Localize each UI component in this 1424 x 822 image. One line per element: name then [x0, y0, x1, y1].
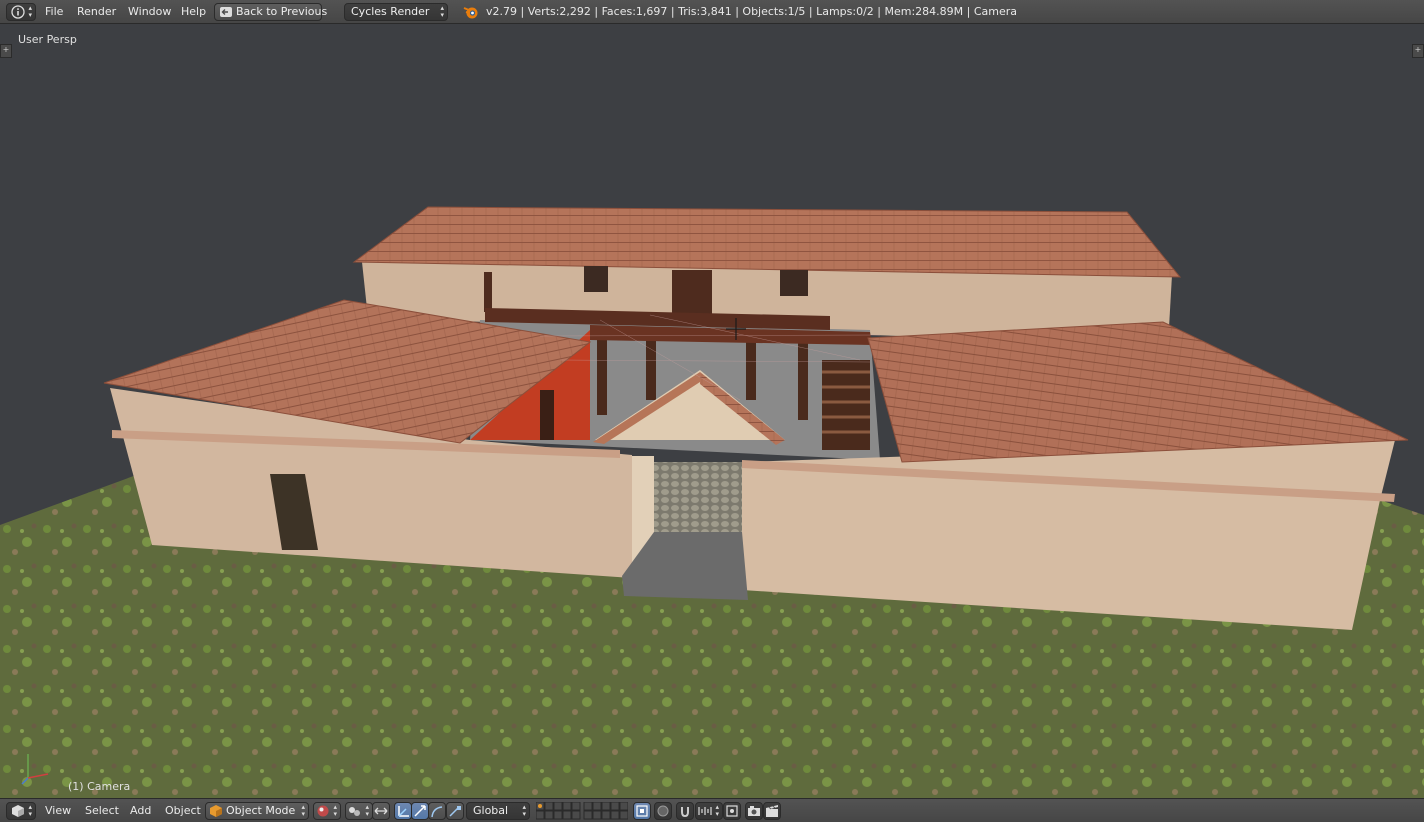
lock-layers-button[interactable]	[633, 802, 651, 820]
rotate-manipulator-button[interactable]	[411, 802, 429, 820]
render-engine-select[interactable]: Cycles Render ▴ ▾	[344, 3, 448, 21]
menu-window[interactable]: Window	[128, 5, 171, 18]
render-icon	[748, 806, 760, 816]
manipulator-icon	[374, 807, 388, 815]
snap-magnet-icon	[681, 807, 689, 817]
shading-arrows: ▴ ▾	[333, 803, 337, 818]
render-engine-arrows: ▴ ▾	[440, 4, 444, 19]
mode-arrows: ▴ ▾	[301, 803, 305, 818]
render-animation-button[interactable]	[763, 802, 781, 820]
scale-icon	[431, 806, 443, 818]
transform-orientation-value: Global	[473, 804, 509, 817]
cube-icon	[12, 805, 24, 817]
back-to-previous-label: Back to Previous	[236, 5, 328, 18]
pivot-point-button[interactable]: ▴ ▾	[345, 802, 373, 820]
translate-manipulator-button[interactable]	[394, 802, 412, 820]
snap-toggle-button[interactable]	[676, 802, 694, 820]
menu-help[interactable]: Help	[181, 5, 206, 18]
clapboard-icon	[766, 805, 778, 817]
viewport-shading-button[interactable]: ▴ ▾	[313, 802, 341, 820]
rotate-manipulator-alt-button[interactable]	[428, 802, 446, 820]
right-region-toggle-icon[interactable]: +	[1412, 44, 1424, 58]
menu-file[interactable]: File	[45, 5, 63, 18]
pivot-icon	[349, 807, 360, 816]
mode-select[interactable]: Object Mode ▴ ▾	[205, 802, 309, 820]
left-region-toggle-icon[interactable]: +	[0, 44, 12, 58]
pivot-arrows: ▴ ▾	[365, 803, 369, 818]
lock-icon	[636, 805, 648, 817]
top-header: ▴ ▾ File Render Window Help Back to Previ…	[0, 0, 1424, 24]
translate-icon	[398, 806, 409, 817]
transform-orientation-select[interactable]: Global ▴ ▾	[466, 802, 530, 820]
editor-type-arrows: ▴ ▾	[28, 4, 32, 19]
object-mode-icon	[210, 805, 222, 817]
info-icon	[11, 5, 25, 19]
render-engine-value: Cycles Render	[351, 5, 430, 18]
rotate-icon	[414, 805, 426, 817]
view-perspective-label: User Persp	[18, 33, 77, 46]
snap-target-icon	[726, 805, 738, 817]
render-still-button[interactable]	[745, 802, 763, 820]
manipulator-button[interactable]	[372, 802, 390, 820]
menu-view[interactable]: View	[45, 804, 71, 817]
active-object-label: (1) Camera	[68, 780, 131, 793]
editor-type-button[interactable]: ▴ ▾	[6, 3, 36, 21]
scene-stats: v2.79 | Verts:2,292 | Faces:1,697 | Tris…	[486, 5, 1018, 18]
snap-element-arrows: ▴ ▾	[715, 803, 719, 818]
menu-add[interactable]: Add	[130, 804, 151, 817]
3d-view-header: ▴ ▾ View Select Add Object Object Mode ▴ ▾…	[0, 798, 1424, 822]
orientation-arrows: ▴ ▾	[522, 803, 526, 818]
snap-element-select[interactable]: ▴ ▾	[695, 802, 723, 820]
snap-target-button[interactable]	[723, 802, 741, 820]
scale-arrow-icon	[449, 806, 461, 817]
editor-type-3d-button[interactable]: ▴ ▾	[6, 802, 36, 820]
3d-viewport[interactable]: User Persp (1) Camera + +	[0, 24, 1424, 798]
menu-render[interactable]: Render	[77, 5, 116, 18]
shading-sphere-icon	[317, 805, 329, 817]
mode-value: Object Mode	[226, 804, 296, 817]
layers-icon[interactable]	[536, 802, 628, 820]
editor-type-3d-arrows: ▴ ▾	[28, 803, 32, 818]
blender-logo-icon	[463, 7, 478, 19]
scale-manipulator-button[interactable]	[446, 802, 464, 820]
scene-render	[0, 206, 1424, 798]
proportional-icon	[657, 805, 669, 817]
proportional-edit-button[interactable]	[654, 802, 672, 820]
menu-object[interactable]: Object	[165, 804, 201, 817]
snap-increment-icon	[698, 807, 712, 815]
menu-select[interactable]: Select	[85, 804, 119, 817]
axis-gizmo-icon	[21, 754, 49, 785]
back-to-previous-button[interactable]: Back to Previous	[214, 3, 327, 21]
back-icon	[220, 7, 232, 17]
